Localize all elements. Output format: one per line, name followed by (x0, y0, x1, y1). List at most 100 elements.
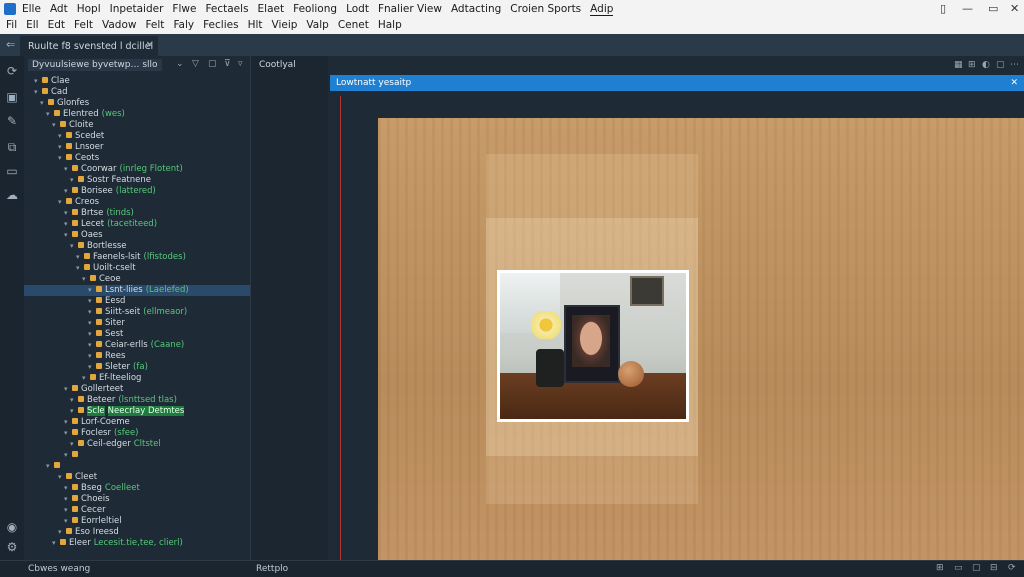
tree-row[interactable]: ▾ Beteer (lsnttsed tlas) (24, 395, 250, 406)
tab-file[interactable]: Ruulte f8 svensted l dcillel ✕ (20, 36, 158, 56)
menu-item-row2-5[interactable]: Felt (145, 19, 164, 31)
menu-item-row2-2[interactable]: Edt (48, 19, 65, 31)
tree-row[interactable]: ▾ Bortlesse (24, 241, 250, 252)
menu-item-row1-11[interactable]: Croien Sports (510, 3, 581, 15)
menu-item-row2-10[interactable]: Valp (306, 19, 328, 31)
copy-icon[interactable]: ▢ (208, 59, 217, 69)
account-icon[interactable]: ◉ (4, 520, 20, 534)
menu-item-row1-6[interactable]: Elaet (258, 3, 285, 15)
monitor-icon[interactable]: ▭ (4, 164, 20, 178)
tree-row[interactable]: ▾ Lecet (tacetiteed) (24, 219, 250, 230)
menu-item-row1-3[interactable]: Inpetaider (110, 3, 164, 15)
chevron-down-icon[interactable]: ▾ (58, 131, 66, 142)
tree-row[interactable]: ▾ Eesd (24, 296, 250, 307)
refresh-icon[interactable]: ⊽ (224, 59, 231, 69)
sync-icon[interactable]: ⟳ (1008, 563, 1016, 573)
menu-item-row2-4[interactable]: Vadow (102, 19, 136, 31)
chevron-down-icon[interactable]: ▾ (88, 296, 96, 307)
tree-row[interactable]: ▾ Rees (24, 351, 250, 362)
tree-row[interactable]: ▾ Bseg Coelleet (24, 483, 250, 494)
tree-row[interactable]: ▾ Elentred (wes) (24, 109, 250, 120)
square-icon[interactable]: ▢ (996, 60, 1005, 70)
chevron-down-icon[interactable]: ▾ (34, 87, 42, 98)
tree-row[interactable]: ▾ Coorwar (inrleg Flotent) (24, 164, 250, 175)
edit-icon[interactable]: ✎ (4, 114, 20, 128)
tree-row[interactable]: ▾ Cecer (24, 505, 250, 516)
layout-icon[interactable]: ▭ (954, 563, 963, 573)
tree-row[interactable]: ▾ Gollerteet (24, 384, 250, 395)
tree-row[interactable]: ▾ Ceots (24, 153, 250, 164)
chevron-down-icon[interactable]: ▾ (70, 241, 78, 252)
back-arrow-icon[interactable]: ⇐ (6, 38, 15, 51)
split-icon[interactable]: ⊞ (968, 60, 976, 70)
tree-row[interactable]: ▾ Eleer Lecesit.tie,tee, clierl) (24, 538, 250, 549)
menu-item-row1-4[interactable]: Flwe (172, 3, 196, 15)
tree-row[interactable]: ▾ Sleter (fa) (24, 362, 250, 373)
chevron-down-icon[interactable]: ▾ (58, 153, 66, 164)
chevron-down-icon[interactable]: ▾ (70, 406, 78, 417)
chevron-down-icon[interactable]: ▾ (88, 362, 96, 373)
chevron-down-icon[interactable]: ▾ (64, 164, 72, 175)
tree-row[interactable]: ▾ Oaes (24, 230, 250, 241)
cloud-icon[interactable]: ☁ (4, 188, 20, 202)
chevron-down-icon[interactable]: ▾ (58, 197, 66, 208)
chevron-down-icon[interactable]: ▾ (58, 527, 66, 538)
tree-row[interactable]: ▾ Ceiar-erlls (Caane) (24, 340, 250, 351)
chevron-down-icon[interactable]: ▾ (76, 263, 84, 274)
menu-item-row2-6[interactable]: Faly (173, 19, 194, 31)
chevron-down-icon[interactable]: ▾ (70, 395, 78, 406)
menu-item-row2-0[interactable]: Fil (6, 19, 17, 31)
chevron-down-icon[interactable]: ▾ (34, 76, 42, 87)
chevron-down-icon[interactable]: ▾ (88, 307, 96, 318)
explorer-icon[interactable]: ⟳ (4, 64, 20, 78)
minimize-icon[interactable]: — (962, 2, 973, 15)
tree-row[interactable]: ▾ Clae (24, 76, 250, 87)
filter-icon[interactable]: ▽ (192, 59, 199, 69)
chevron-down-icon[interactable]: ▾ (88, 340, 96, 351)
tree-row[interactable]: ▾ Lnsoer (24, 142, 250, 153)
chevron-down-icon[interactable]: ▾ (64, 417, 72, 428)
chevron-down-icon[interactable]: ▾ (88, 285, 96, 296)
tree-row[interactable]: ▾ Cad (24, 87, 250, 98)
chevron-down-icon[interactable]: ▾ (52, 538, 60, 549)
chevron-down-icon[interactable]: ▾ (70, 175, 78, 186)
tree-row[interactable]: ▾ (24, 461, 250, 472)
menu-item-row1-7[interactable]: Feoliong (293, 3, 337, 15)
menu-item-row1-9[interactable]: Fnalier View (378, 3, 442, 15)
chevron-down-icon[interactable]: ▾ (64, 186, 72, 197)
preview-canvas[interactable] (378, 118, 1024, 560)
chevron-down-icon[interactable]: ▾ (64, 494, 72, 505)
chevron-down-icon[interactable]: ▾ (52, 120, 60, 131)
chevron-down-icon[interactable]: ▾ (64, 450, 72, 461)
tree-row[interactable]: ▾ Sest (24, 329, 250, 340)
menu-item-row2-3[interactable]: Felt (74, 19, 93, 31)
chevron-down-icon[interactable]: ▾ (64, 230, 72, 241)
tree-row[interactable]: ▾ Foclesr (sfee) (24, 428, 250, 439)
menu-item-row2-9[interactable]: Vieip (272, 19, 298, 31)
chevron-down-icon[interactable]: ▾ (88, 318, 96, 329)
chevron-down-icon[interactable]: ▾ (64, 483, 72, 494)
chevron-down-icon[interactable]: ▾ (82, 373, 90, 384)
menu-item-row2-12[interactable]: Halp (378, 19, 402, 31)
tree-row[interactable]: ▾ Borisee (lattered) (24, 186, 250, 197)
menu-item-row1-0[interactable]: Elle (22, 3, 41, 15)
chevron-down-icon[interactable]: ▾ (64, 219, 72, 230)
tree-row[interactable]: ▾ (24, 450, 250, 461)
chevron-down-icon[interactable]: ▾ (76, 252, 84, 263)
preview-tab[interactable]: Lowtnatt yesaitp ✕ (330, 75, 1024, 91)
tree-row[interactable]: ▾ Creos (24, 197, 250, 208)
chevron-down-icon[interactable]: ▾ (64, 208, 72, 219)
menu-item-row2-8[interactable]: Hlt (248, 19, 263, 31)
tree-row[interactable]: ▾ Uoilt-cselt (24, 263, 250, 274)
tree-row[interactable]: ▾ Siitt-seit (ellmeaor) (24, 307, 250, 318)
menu-item-row1-5[interactable]: Fectaels (205, 3, 248, 15)
bell-icon[interactable]: ⊟ (990, 563, 998, 573)
more-icon[interactable]: ⋯ (1010, 60, 1019, 70)
tree-row[interactable]: ▾ Cloite (24, 120, 250, 131)
tree-row[interactable]: ▾ Faenels-lsit (lfistodes) (24, 252, 250, 263)
menu-item-row1-12[interactable]: Adip (590, 3, 614, 16)
chevron-down-icon[interactable]: ▾ (58, 142, 66, 153)
collapse-icon[interactable]: ⌄ (176, 59, 184, 69)
menu-item-row2-1[interactable]: Ell (26, 19, 38, 31)
tree-row[interactable]: ▾ Glonfes (24, 98, 250, 109)
